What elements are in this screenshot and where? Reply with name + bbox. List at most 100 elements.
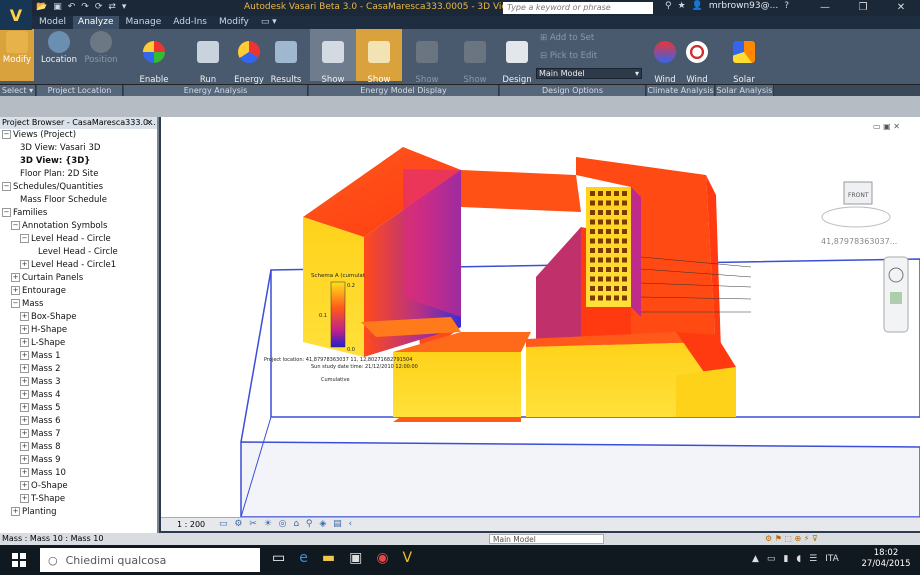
expand-icon[interactable]: + bbox=[20, 260, 29, 269]
tab-modify[interactable]: Modify bbox=[214, 16, 254, 29]
browser-tree-item[interactable]: + Mass 3 bbox=[0, 376, 157, 389]
wind-tunnel-button[interactable]: Wind Tunnel bbox=[648, 29, 682, 95]
browser-tree-item[interactable]: + Entourage bbox=[0, 285, 157, 298]
tab-model[interactable]: Model bbox=[34, 16, 71, 29]
navigation-bar[interactable] bbox=[883, 256, 909, 333]
undo-icon[interactable]: ↶ bbox=[68, 2, 76, 12]
browser-tree-item[interactable]: + Mass 2 bbox=[0, 363, 157, 376]
run-energy-simulation-button[interactable]: Run Energy Simulation bbox=[184, 29, 232, 105]
taskbar-clock[interactable]: 18:02 27/04/2015 bbox=[858, 548, 914, 570]
browser-tree-item[interactable]: − Mass bbox=[0, 298, 157, 311]
user-name[interactable]: mrbrown93@... bbox=[709, 1, 778, 11]
expand-icon[interactable]: + bbox=[20, 416, 29, 425]
tab-add-ins[interactable]: Add-Ins bbox=[168, 16, 212, 29]
wind-rose-button[interactable]: Wind Rose bbox=[682, 29, 712, 95]
modify-button[interactable]: Modify bbox=[0, 29, 34, 81]
collapse-icon[interactable]: − bbox=[11, 299, 20, 308]
cortana-search[interactable]: ○ Chiedimi qualcosa bbox=[40, 548, 260, 572]
expand-icon[interactable]: + bbox=[11, 286, 20, 295]
dropdown-icon[interactable]: ▾ bbox=[122, 2, 127, 12]
design-options-button[interactable]: Design Options bbox=[500, 29, 534, 95]
store-icon[interactable]: ▣ bbox=[349, 550, 362, 566]
browser-tree-item[interactable]: + T-Shape bbox=[0, 493, 157, 506]
collapse-icon[interactable]: − bbox=[2, 130, 11, 139]
browser-tree-item[interactable]: + Mass 1 bbox=[0, 350, 157, 363]
sync-icon[interactable]: ⟳ bbox=[95, 2, 103, 12]
redo-icon[interactable]: ↷ bbox=[81, 2, 89, 12]
status-tools-icon[interactable]: ⚙ ⚑ ⬚ ⊕ ⚡ ⊽ bbox=[765, 533, 818, 545]
expand-icon[interactable]: + bbox=[20, 429, 29, 438]
browser-tree-item[interactable]: + Planting bbox=[0, 506, 157, 519]
star-icon[interactable]: ★ bbox=[678, 1, 686, 11]
file-explorer-icon[interactable]: ▬ bbox=[322, 550, 335, 566]
browser-tree-item[interactable]: Floor Plan: 2D Site bbox=[0, 168, 157, 181]
volume-icon[interactable]: ◖ bbox=[796, 554, 801, 564]
tab-analyze[interactable]: Analyze bbox=[73, 16, 119, 29]
expand-icon[interactable]: + bbox=[20, 494, 29, 503]
collapse-icon[interactable]: − bbox=[20, 234, 29, 243]
chrome-icon[interactable]: ◉ bbox=[376, 550, 388, 566]
browser-tree-item[interactable]: + H-Shape bbox=[0, 324, 157, 337]
binoculars-icon[interactable]: ⚲ bbox=[665, 1, 672, 11]
expand-icon[interactable]: + bbox=[20, 403, 29, 412]
expand-icon[interactable]: + bbox=[11, 507, 20, 516]
notifications-icon[interactable]: ☰ bbox=[809, 554, 817, 564]
browser-tree-item[interactable]: + Level Head - Circle1 bbox=[0, 259, 157, 272]
battery-icon[interactable]: ▭ bbox=[767, 554, 776, 564]
pick-to-edit-button[interactable]: ⊟ Pick to Edit bbox=[540, 51, 597, 61]
collapse-icon[interactable]: − bbox=[2, 208, 11, 217]
help-icon[interactable]: ? bbox=[784, 1, 789, 11]
select-panel-label[interactable]: Select ▾ bbox=[0, 85, 36, 96]
browser-tree-item[interactable]: + Box-Shape bbox=[0, 311, 157, 324]
browser-tree-item[interactable]: − Annotation Symbols bbox=[0, 220, 157, 233]
edge-icon[interactable]: e bbox=[299, 550, 308, 566]
browser-tree-item[interactable]: + Mass 9 bbox=[0, 454, 157, 467]
browser-tree-item[interactable]: Mass Floor Schedule bbox=[0, 194, 157, 207]
expand-icon[interactable]: + bbox=[20, 312, 29, 321]
expand-icon[interactable]: + bbox=[20, 325, 29, 334]
collapse-icon[interactable]: − bbox=[2, 182, 11, 191]
expand-icon[interactable]: + bbox=[20, 442, 29, 451]
browser-tree-item[interactable]: 3D View: Vasari 3D bbox=[0, 142, 157, 155]
tab-manage[interactable]: Manage bbox=[121, 16, 167, 29]
collapse-icon[interactable]: − bbox=[11, 221, 20, 230]
browser-tree-item[interactable]: + O-Shape bbox=[0, 480, 157, 493]
search-input[interactable]: Type a keyword or phrase bbox=[503, 2, 653, 14]
tray-arrow-icon[interactable]: ▲ bbox=[752, 554, 759, 564]
user-icon[interactable]: 👤 bbox=[692, 1, 703, 11]
measure-icon[interactable]: ⇄ bbox=[108, 2, 116, 12]
task-view-icon[interactable]: ▭ bbox=[272, 550, 285, 566]
browser-tree-item[interactable]: + L-Shape bbox=[0, 337, 157, 350]
show-mass-form-button[interactable]: Show Mass Form bbox=[356, 29, 402, 105]
maximize-button[interactable]: ❐ bbox=[844, 0, 882, 16]
save-icon[interactable]: ▣ bbox=[53, 2, 62, 12]
view-window-controls[interactable]: ▭ ▣ ✕ bbox=[873, 122, 900, 131]
browser-tree-item[interactable]: + Mass 10 bbox=[0, 467, 157, 480]
language-indicator[interactable]: ITA bbox=[825, 554, 839, 564]
expand-icon[interactable]: + bbox=[20, 481, 29, 490]
view-tools-icon[interactable]: ▭ ⚙ ✂ ☀ ◎ ⌂ ⚲ ◈ ▤ ‹ bbox=[219, 519, 354, 529]
browser-tree-item[interactable]: 3D View: {3D} bbox=[0, 155, 157, 168]
active-model-select[interactable]: Main Model bbox=[489, 534, 604, 544]
vasari-taskbar-icon[interactable]: V bbox=[403, 550, 413, 566]
enable-energy-model-button[interactable]: Enable Energy Model bbox=[126, 29, 182, 105]
solar-radiation-button[interactable]: Solar Radiation bbox=[720, 29, 768, 95]
show-mass-surfaces-button[interactable]: Show Mass Surfaces bbox=[404, 29, 450, 105]
design-option-select[interactable]: Main Model ▾ bbox=[536, 68, 642, 79]
results-compare-button[interactable]: Results & Compare bbox=[266, 29, 306, 105]
expand-icon[interactable]: + bbox=[20, 455, 29, 464]
minimize-button[interactable]: — bbox=[806, 0, 844, 16]
quick-access-toolbar[interactable]: 📂 ▣ ↶ ↷ ⟳ ⇄ ▾ bbox=[36, 2, 126, 12]
add-to-set-button[interactable]: ⊞ Add to Set bbox=[540, 33, 594, 43]
browser-tree-item[interactable]: − Schedules/Quantities bbox=[0, 181, 157, 194]
network-icon[interactable]: ▮ bbox=[783, 554, 788, 564]
windows-start-icon[interactable] bbox=[12, 553, 26, 567]
expand-icon[interactable]: + bbox=[20, 390, 29, 399]
view-scale[interactable]: 1 : 200 bbox=[177, 520, 205, 529]
browser-tree-item[interactable]: + Mass 6 bbox=[0, 415, 157, 428]
show-mass-zones-button[interactable]: Show Mass Zones bbox=[452, 29, 498, 105]
view-cube[interactable]: FRONT bbox=[821, 181, 891, 228]
browser-tree-item[interactable]: + Mass 8 bbox=[0, 441, 157, 454]
browser-tree-item[interactable]: + Curtain Panels bbox=[0, 272, 157, 285]
browser-tree-item[interactable]: − Level Head - Circle bbox=[0, 233, 157, 246]
